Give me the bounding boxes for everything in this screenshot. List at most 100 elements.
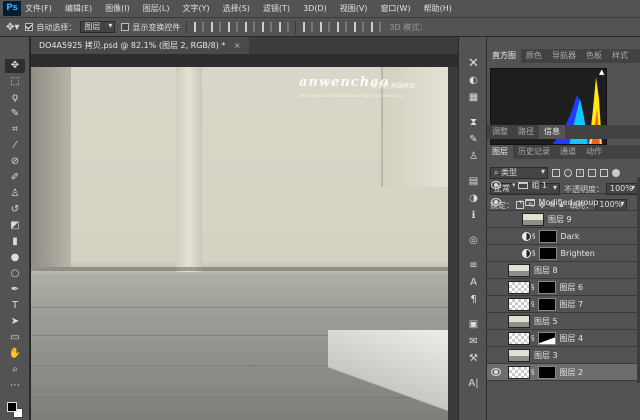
visibility-eye-icon[interactable]	[491, 317, 501, 325]
menu-type[interactable]: 文字(Y)	[182, 3, 209, 14]
channels-panel-icon[interactable]: ≡	[467, 259, 480, 272]
layer-thumbnail[interactable]	[508, 314, 530, 328]
align-left-icon[interactable]	[245, 22, 256, 32]
layer-row[interactable]: ▾ Modified group	[487, 194, 637, 211]
layer-mask-thumbnail[interactable]	[538, 229, 557, 243]
tool-presets-panel-icon[interactable]: ⚒	[467, 352, 480, 365]
history-panel-icon[interactable]: ⧗	[467, 116, 480, 129]
crop-tool-icon[interactable]: ⌗	[8, 123, 22, 137]
clone-source-panel-icon[interactable]: ♙	[467, 150, 480, 163]
blur-tool-icon[interactable]: ●	[8, 251, 22, 265]
tab-styles[interactable]: 样式	[607, 49, 633, 63]
expand-chevron-icon[interactable]: ▾	[512, 181, 516, 189]
layer-thumbnail[interactable]	[508, 297, 530, 311]
layer-row[interactable]: § 图层 6	[487, 279, 637, 296]
swatches-panel-icon[interactable]: ▦	[467, 91, 480, 104]
auto-select-dropdown[interactable]: 图层	[80, 21, 116, 33]
align-top-icon[interactable]	[194, 22, 205, 32]
info-panel-icon[interactable]: ℹ	[467, 209, 480, 222]
menu-edit[interactable]: 编辑(E)	[65, 3, 92, 14]
move-tool-icon[interactable]: ✥	[5, 59, 25, 73]
visibility-eye-icon[interactable]	[491, 283, 501, 291]
link-chain-icon[interactable]: §	[532, 232, 536, 240]
layer-mask-thumbnail[interactable]	[537, 365, 556, 379]
tab-history[interactable]: 历史记录	[513, 145, 555, 159]
visibility-eye-icon[interactable]	[491, 266, 501, 274]
layer-thumbnail[interactable]	[522, 212, 544, 226]
layer-thumbnail[interactable]	[508, 348, 530, 362]
visibility-eye-icon[interactable]	[491, 351, 501, 359]
tab-navigator[interactable]: 导航器	[547, 49, 581, 63]
hand-tool-icon[interactable]: ✋	[8, 347, 22, 361]
visibility-eye-icon[interactable]	[491, 300, 501, 308]
layer-row[interactable]: ▾ 组 1	[487, 177, 637, 194]
gradient-tool-icon[interactable]: ▮	[8, 235, 22, 249]
notes-panel-icon[interactable]: ✉	[467, 335, 480, 348]
distribute-bottom-icon[interactable]	[337, 22, 348, 32]
filter-adjust-icon[interactable]	[564, 169, 572, 177]
quick-select-tool-icon[interactable]: ✎	[8, 107, 22, 121]
dodge-tool-icon[interactable]: ○	[8, 267, 22, 281]
shape-tool-icon[interactable]: ▭	[8, 331, 22, 345]
align-right-icon[interactable]	[279, 22, 290, 32]
tab-swatches[interactable]: 色板	[581, 49, 607, 63]
path-select-tool-icon[interactable]: ➤	[8, 315, 22, 329]
layer-row[interactable]: 图层 3	[487, 347, 637, 364]
lasso-tool-icon[interactable]: ϙ	[8, 91, 22, 105]
menu-filter[interactable]: 滤镜(T)	[263, 3, 290, 14]
link-chain-icon[interactable]: §	[531, 334, 535, 342]
distribute-right-icon[interactable]	[371, 22, 382, 32]
menu-view[interactable]: 视图(V)	[340, 3, 368, 14]
filter-smart-icon[interactable]	[600, 169, 608, 177]
align-bottom-icon[interactable]	[228, 22, 239, 32]
menu-select[interactable]: 选择(S)	[223, 3, 250, 14]
tab-info[interactable]: 信息	[539, 125, 565, 139]
distribute-middle-icon[interactable]	[320, 22, 331, 32]
link-chain-icon[interactable]: §	[532, 249, 536, 257]
move-tool-preset-icon[interactable]: ✥▾	[6, 22, 19, 33]
layer-mask-thumbnail[interactable]	[537, 297, 556, 311]
auto-select-checkbox[interactable]	[25, 23, 34, 31]
marquee-tool-icon[interactable]: ⬚	[8, 75, 22, 89]
more-tools-icon[interactable]: ⋯	[8, 379, 22, 393]
tab-paths[interactable]: 路径	[513, 125, 539, 139]
layer-row[interactable]: 图层 5	[487, 313, 637, 330]
healing-brush-tool-icon[interactable]: ⊘	[8, 155, 22, 169]
tab-actions[interactable]: 动作	[581, 145, 607, 159]
menu-image[interactable]: 图像(I)	[105, 3, 130, 14]
menu-3d[interactable]: 3D(D)	[303, 4, 327, 13]
filter-shape-icon[interactable]	[588, 169, 596, 177]
layer-thumbnail[interactable]	[508, 365, 530, 379]
adjustments-panel-icon[interactable]: ◑	[467, 192, 480, 205]
visibility-eye-icon[interactable]	[491, 215, 501, 223]
foreground-color-swatch[interactable]	[7, 402, 17, 412]
eraser-tool-icon[interactable]: ◩	[8, 219, 22, 233]
type-tool-icon[interactable]: T	[8, 299, 22, 313]
filter-pixel-icon[interactable]	[552, 169, 560, 177]
link-chain-icon[interactable]: §	[531, 368, 535, 376]
menu-help[interactable]: 帮助(H)	[424, 3, 452, 14]
brush-panel-icon[interactable]: ✎	[467, 133, 480, 146]
layer-row[interactable]: § Brighten	[487, 245, 637, 262]
brush-tool-icon[interactable]: ✐	[8, 171, 22, 185]
tab-layers[interactable]: 图层	[487, 145, 513, 159]
pen-tool-icon[interactable]: ✒	[8, 283, 22, 297]
tab-histogram[interactable]: 直方图	[487, 49, 521, 63]
document-tab[interactable]: DO4A5925 拷贝.psd @ 82.1% (图层 2, RGB/8) * …	[31, 37, 249, 54]
history-brush-tool-icon[interactable]: ↺	[8, 203, 22, 217]
layer-mask-thumbnail[interactable]	[537, 280, 556, 294]
layer-mask-thumbnail[interactable]	[537, 331, 556, 345]
properties-panel-icon[interactable]: ▤	[467, 175, 480, 188]
show-transform-checkbox[interactable]	[121, 23, 130, 31]
close-panels-icon[interactable]: ✕	[467, 57, 480, 70]
clone-stamp-tool-icon[interactable]: ♙	[8, 187, 22, 201]
link-chain-icon[interactable]: §	[531, 300, 535, 308]
link-chain-icon[interactable]: §	[531, 283, 535, 291]
visibility-eye-icon[interactable]	[491, 232, 501, 240]
eyedropper-tool-icon[interactable]: ⁄	[8, 139, 22, 153]
menu-file[interactable]: 文件(F)	[25, 3, 52, 14]
character-panel-icon[interactable]: A	[467, 276, 480, 289]
visibility-eye-icon[interactable]	[491, 334, 501, 342]
layer-row[interactable]: § 图层 4	[487, 330, 637, 347]
tab-color[interactable]: 颜色	[521, 49, 547, 63]
